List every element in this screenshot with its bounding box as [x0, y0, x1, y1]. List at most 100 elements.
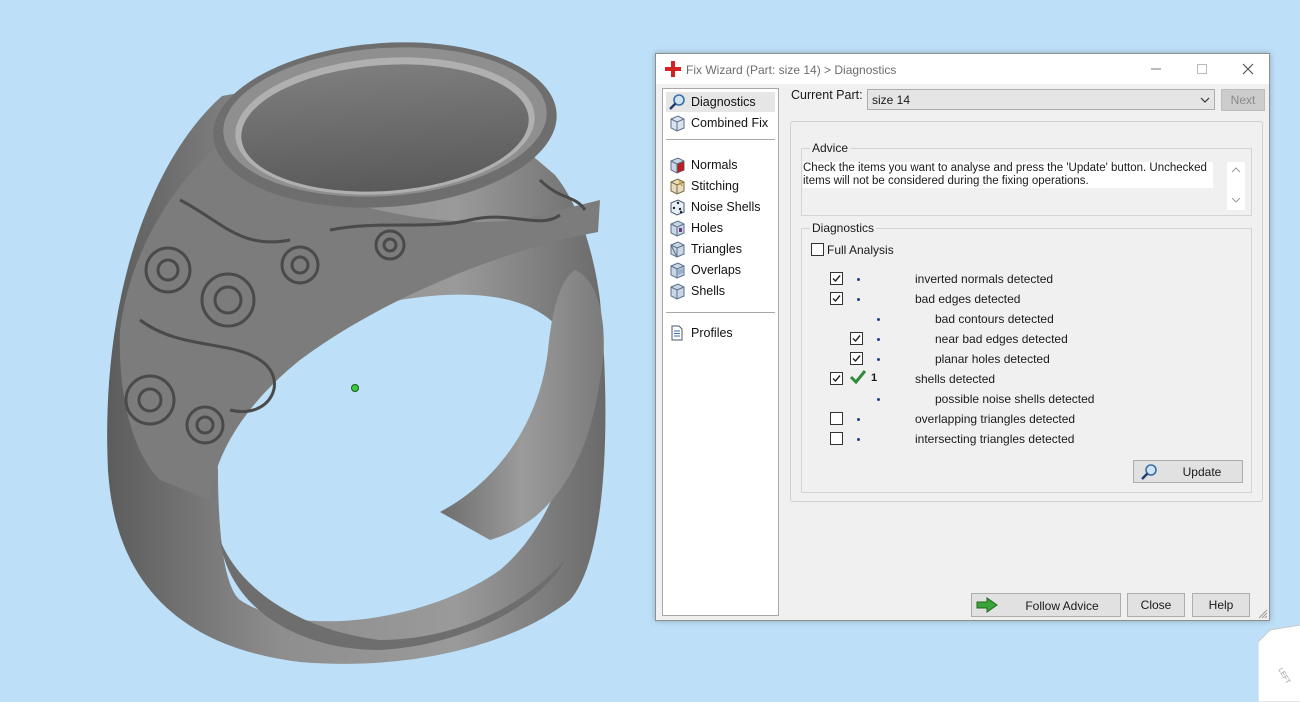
planar-holes-checkbox[interactable]: [850, 352, 863, 365]
follow-advice-label: Follow Advice: [1025, 599, 1099, 613]
shells-cube-icon: [670, 283, 685, 300]
nav-label: Holes: [691, 221, 723, 235]
bullet-icon: [857, 298, 860, 301]
nav-label: Diagnostics: [691, 95, 756, 109]
bullet-icon: [877, 358, 880, 361]
holes-cube-icon: [670, 220, 685, 237]
current-part-select[interactable]: size 14: [867, 89, 1215, 110]
pivot-point: [351, 384, 359, 392]
row-label-intersecting-triangles: intersecting triangles detected: [915, 432, 1075, 446]
ring-model[interactable]: [107, 31, 606, 664]
row-label-planar-holes: planar holes detected: [935, 352, 1050, 366]
advice-scrollbar[interactable]: [1227, 162, 1245, 210]
current-part-label: Current Part:: [791, 88, 863, 102]
title-bar[interactable]: Fix Wizard (Part: size 14) > Diagnostics: [656, 54, 1269, 84]
row-label-shells: shells detected: [915, 372, 996, 386]
green-check-icon: [850, 370, 866, 385]
follow-advice-button[interactable]: Follow Advice: [971, 593, 1121, 617]
arrow-right-icon: [976, 597, 998, 613]
nav-label: Triangles: [691, 242, 742, 256]
triangles-cube-icon: [670, 241, 685, 258]
wizard-nav: Diagnostics Combined Fix Normals Stitchi…: [662, 88, 779, 616]
nav-item-combined-fix[interactable]: Combined Fix: [666, 113, 775, 133]
bullet-icon: [877, 338, 880, 341]
overlaps-cube-icon: [670, 262, 685, 279]
full-analysis-checkbox[interactable]: [811, 243, 824, 256]
update-button[interactable]: Update: [1133, 460, 1243, 483]
nav-label: Noise Shells: [691, 200, 761, 214]
magnifier-icon: [1141, 464, 1157, 480]
nav-divider: [666, 312, 775, 313]
check-mark-icon: [832, 295, 841, 303]
row-label-bad-edges: bad edges detected: [915, 292, 1021, 306]
bullet-icon: [877, 318, 880, 321]
view-cube[interactable]: LEFT: [1258, 622, 1300, 702]
check-mark-icon: [832, 375, 841, 383]
nav-label: Shells: [691, 284, 726, 298]
minimize-icon: [1151, 68, 1161, 70]
nav-label: Normals: [691, 158, 738, 172]
shells-count: 1: [871, 372, 878, 384]
dice-icon: [670, 199, 685, 216]
nav-divider: [666, 139, 775, 140]
bullet-icon: [857, 438, 860, 441]
shells-checkbox[interactable]: [830, 372, 843, 385]
diagnostics-panel: Advice Check the items you want to analy…: [790, 121, 1263, 502]
scroll-down-icon: [1231, 197, 1241, 203]
diagnostics-group-title: Diagnostics: [810, 221, 877, 235]
nav-item-noise-shells[interactable]: Noise Shells: [666, 197, 775, 217]
maximize-button[interactable]: [1179, 54, 1225, 84]
bullet-icon: [857, 278, 860, 281]
nav-item-overlaps[interactable]: Overlaps: [666, 260, 775, 280]
check-mark-icon: [852, 335, 861, 343]
magnifier-icon: [669, 94, 685, 110]
nav-item-triangles[interactable]: Triangles: [666, 239, 775, 259]
overlapping-triangles-checkbox[interactable]: [830, 412, 843, 425]
row-label-overlapping-triangles: overlapping triangles detected: [915, 412, 1076, 426]
nav-item-normals[interactable]: Normals: [666, 155, 775, 175]
close-button[interactable]: Close: [1127, 593, 1185, 617]
advice-group-title: Advice: [810, 141, 851, 155]
update-label: Update: [1182, 465, 1222, 479]
next-button[interactable]: Next: [1221, 89, 1265, 111]
nav-label: Stitching: [691, 179, 739, 193]
advice-text: Check the items you want to analyse and …: [803, 162, 1213, 188]
close-window-button[interactable]: [1225, 54, 1271, 84]
minimize-button[interactable]: [1133, 54, 1179, 84]
close-icon: [1242, 63, 1254, 75]
nav-item-stitching[interactable]: Stitching: [666, 176, 775, 196]
window-title: Fix Wizard (Part: size 14) > Diagnostics: [686, 63, 897, 77]
inverted-normals-checkbox[interactable]: [830, 272, 843, 285]
fix-wizard-dialog: Fix Wizard (Part: size 14) > Diagnostics…: [655, 53, 1270, 621]
chevron-down-icon: [1200, 97, 1210, 103]
row-label-bad-contours: bad contours detected: [935, 312, 1054, 326]
app-cross-icon: [665, 61, 681, 77]
row-label-near-bad-edges: near bad edges detected: [935, 332, 1068, 346]
cube-icon: [670, 115, 685, 132]
nav-label: Overlaps: [691, 263, 742, 277]
intersecting-triangles-checkbox[interactable]: [830, 432, 843, 445]
row-label-inverted-normals: inverted normals detected: [915, 272, 1054, 286]
stitching-cube-icon: [670, 178, 685, 195]
bad-edges-checkbox[interactable]: [830, 292, 843, 305]
scroll-up-icon: [1231, 167, 1241, 173]
nav-item-profiles[interactable]: Profiles: [666, 323, 775, 343]
nav-item-diagnostics[interactable]: Diagnostics: [666, 92, 775, 112]
check-mark-icon: [832, 275, 841, 283]
nav-label: Combined Fix: [691, 116, 769, 130]
nav-item-holes[interactable]: Holes: [666, 218, 775, 238]
nav-label: Profiles: [691, 326, 733, 340]
normals-cube-icon: [670, 157, 685, 174]
nav-item-shells[interactable]: Shells: [666, 281, 775, 301]
bullet-icon: [857, 418, 860, 421]
document-icon: [671, 325, 683, 341]
near-bad-edges-checkbox[interactable]: [850, 332, 863, 345]
current-part-value: size 14: [872, 93, 911, 107]
resize-grip-icon[interactable]: [1258, 609, 1268, 619]
maximize-icon: [1197, 64, 1207, 74]
row-label-noise-shells: possible noise shells detected: [935, 392, 1095, 406]
bullet-icon: [877, 398, 880, 401]
check-mark-icon: [852, 355, 861, 363]
help-button[interactable]: Help: [1192, 593, 1250, 617]
full-analysis-label: Full Analysis: [827, 243, 894, 257]
